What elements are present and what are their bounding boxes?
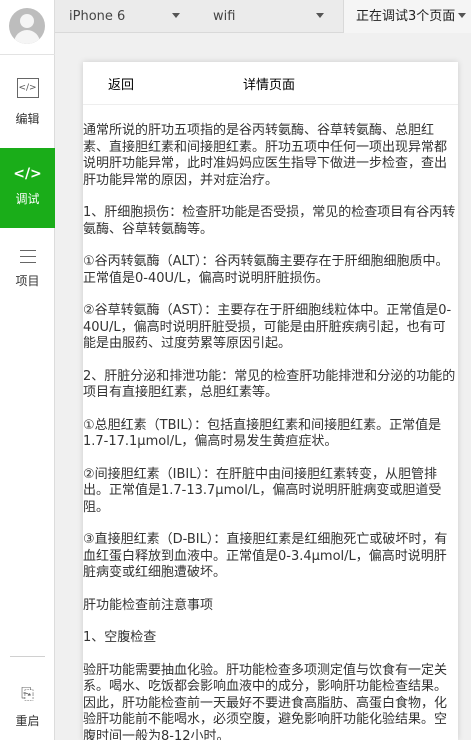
- sidebar-item-editor[interactable]: </> 编辑: [0, 70, 55, 150]
- chevron-down-icon: [172, 13, 180, 18]
- restart-label: 重启: [15, 714, 40, 728]
- paragraph: ②谷草转氨酶（AST）：主要存在于肝细胞线粒体中。正常值是0-40U/L，偏高时…: [83, 303, 452, 351]
- avatar-head-shape: [20, 14, 34, 28]
- sidebar: </> 编辑 </> 调试 项目 ⎘ 重启: [0, 0, 55, 740]
- phone-simulator: 返回 详情页面 通常所说的肝功五项指的是谷丙转氨酶、谷草转氨酶、总胆红素、直接胆…: [83, 62, 458, 740]
- avatar-body-shape: [14, 30, 40, 44]
- sidebar-item-label: 项目: [15, 274, 40, 288]
- divider: [10, 656, 45, 657]
- paragraph: ②间接胆红素（IBIL）：在肝脏中由间接胆红素转变，从胆管排出。正常值是1.7-…: [83, 466, 442, 515]
- paragraph: ③直接胆红素（D-BIL）：直接胆红素是红细胞死亡或破坏时，有血红蛋白释放到血液…: [83, 532, 448, 580]
- restart-icon: ⎘: [21, 684, 34, 703]
- sidebar-item-project[interactable]: 项目: [0, 240, 55, 320]
- simulator-toolbar: iPhone 6 wifi 正在调试3个页面: [55, 0, 471, 33]
- back-button[interactable]: 返回: [108, 74, 134, 93]
- paragraph: 验肝功能需要抽血化验。肝功能检查多项测定值与饮食有一定关系。喝水、吃饭都会影响血…: [83, 662, 448, 740]
- subsection-heading: 1、空腹检查: [83, 630, 157, 645]
- debug-pages-value: 正在调试3个页面: [356, 9, 456, 24]
- code-icon: </>: [16, 78, 39, 98]
- menu-icon: [19, 250, 36, 268]
- chevron-down-icon: [458, 13, 466, 18]
- device-select-value: iPhone 6: [69, 9, 126, 24]
- paragraph: 2、肝脏分泌和排泄功能：常见的检查肝功能排泄和分泌的功能的项目有直接胆红素，总胆…: [83, 368, 456, 401]
- paragraph: ①总胆红素（TBIL）：包括直接胆红素和间接胆红素。正常值是1.7-17.1μm…: [83, 417, 442, 450]
- section-heading: 肝功能检查前注意事项: [83, 597, 214, 613]
- device-select[interactable]: iPhone 6: [69, 0, 189, 33]
- chevron-down-icon: [316, 13, 324, 18]
- paragraph: 通常所说的肝功五项指的是谷丙转氨酶、谷草转氨酶、总胆红素、直接胆红素和间接胆红素…: [83, 123, 448, 188]
- network-select[interactable]: wifi: [213, 0, 333, 33]
- divider: [0, 54, 55, 55]
- sidebar-item-label: 调试: [15, 192, 40, 206]
- code-icon: </>: [13, 166, 42, 182]
- network-select-value: wifi: [213, 9, 236, 24]
- article-content[interactable]: 通常所说的肝功五项指的是谷丙转氨酶、谷草转氨酶、总胆红素、直接胆红素和间接胆红素…: [83, 123, 458, 740]
- restart-button[interactable]: ⎘ 重启: [0, 680, 55, 730]
- sidebar-item-debug[interactable]: </> 调试: [0, 148, 55, 228]
- avatar[interactable]: [9, 8, 45, 44]
- sidebar-item-label: 编辑: [15, 112, 40, 126]
- page-navbar: 返回 详情页面: [83, 62, 458, 105]
- paragraph: 1、肝细胞损伤：检查肝功能是否受损，常见的检查项目有谷丙转氨酶、谷草转氨酶等。: [83, 205, 456, 237]
- paragraph: ①谷丙转氨酶（ALT）：谷丙转氨酶主要存在于肝细胞细胞质中。正常值是0-40U/…: [83, 254, 449, 286]
- debug-pages-select[interactable]: 正在调试3个页面: [343, 0, 471, 33]
- page-title: 详情页面: [243, 78, 296, 93]
